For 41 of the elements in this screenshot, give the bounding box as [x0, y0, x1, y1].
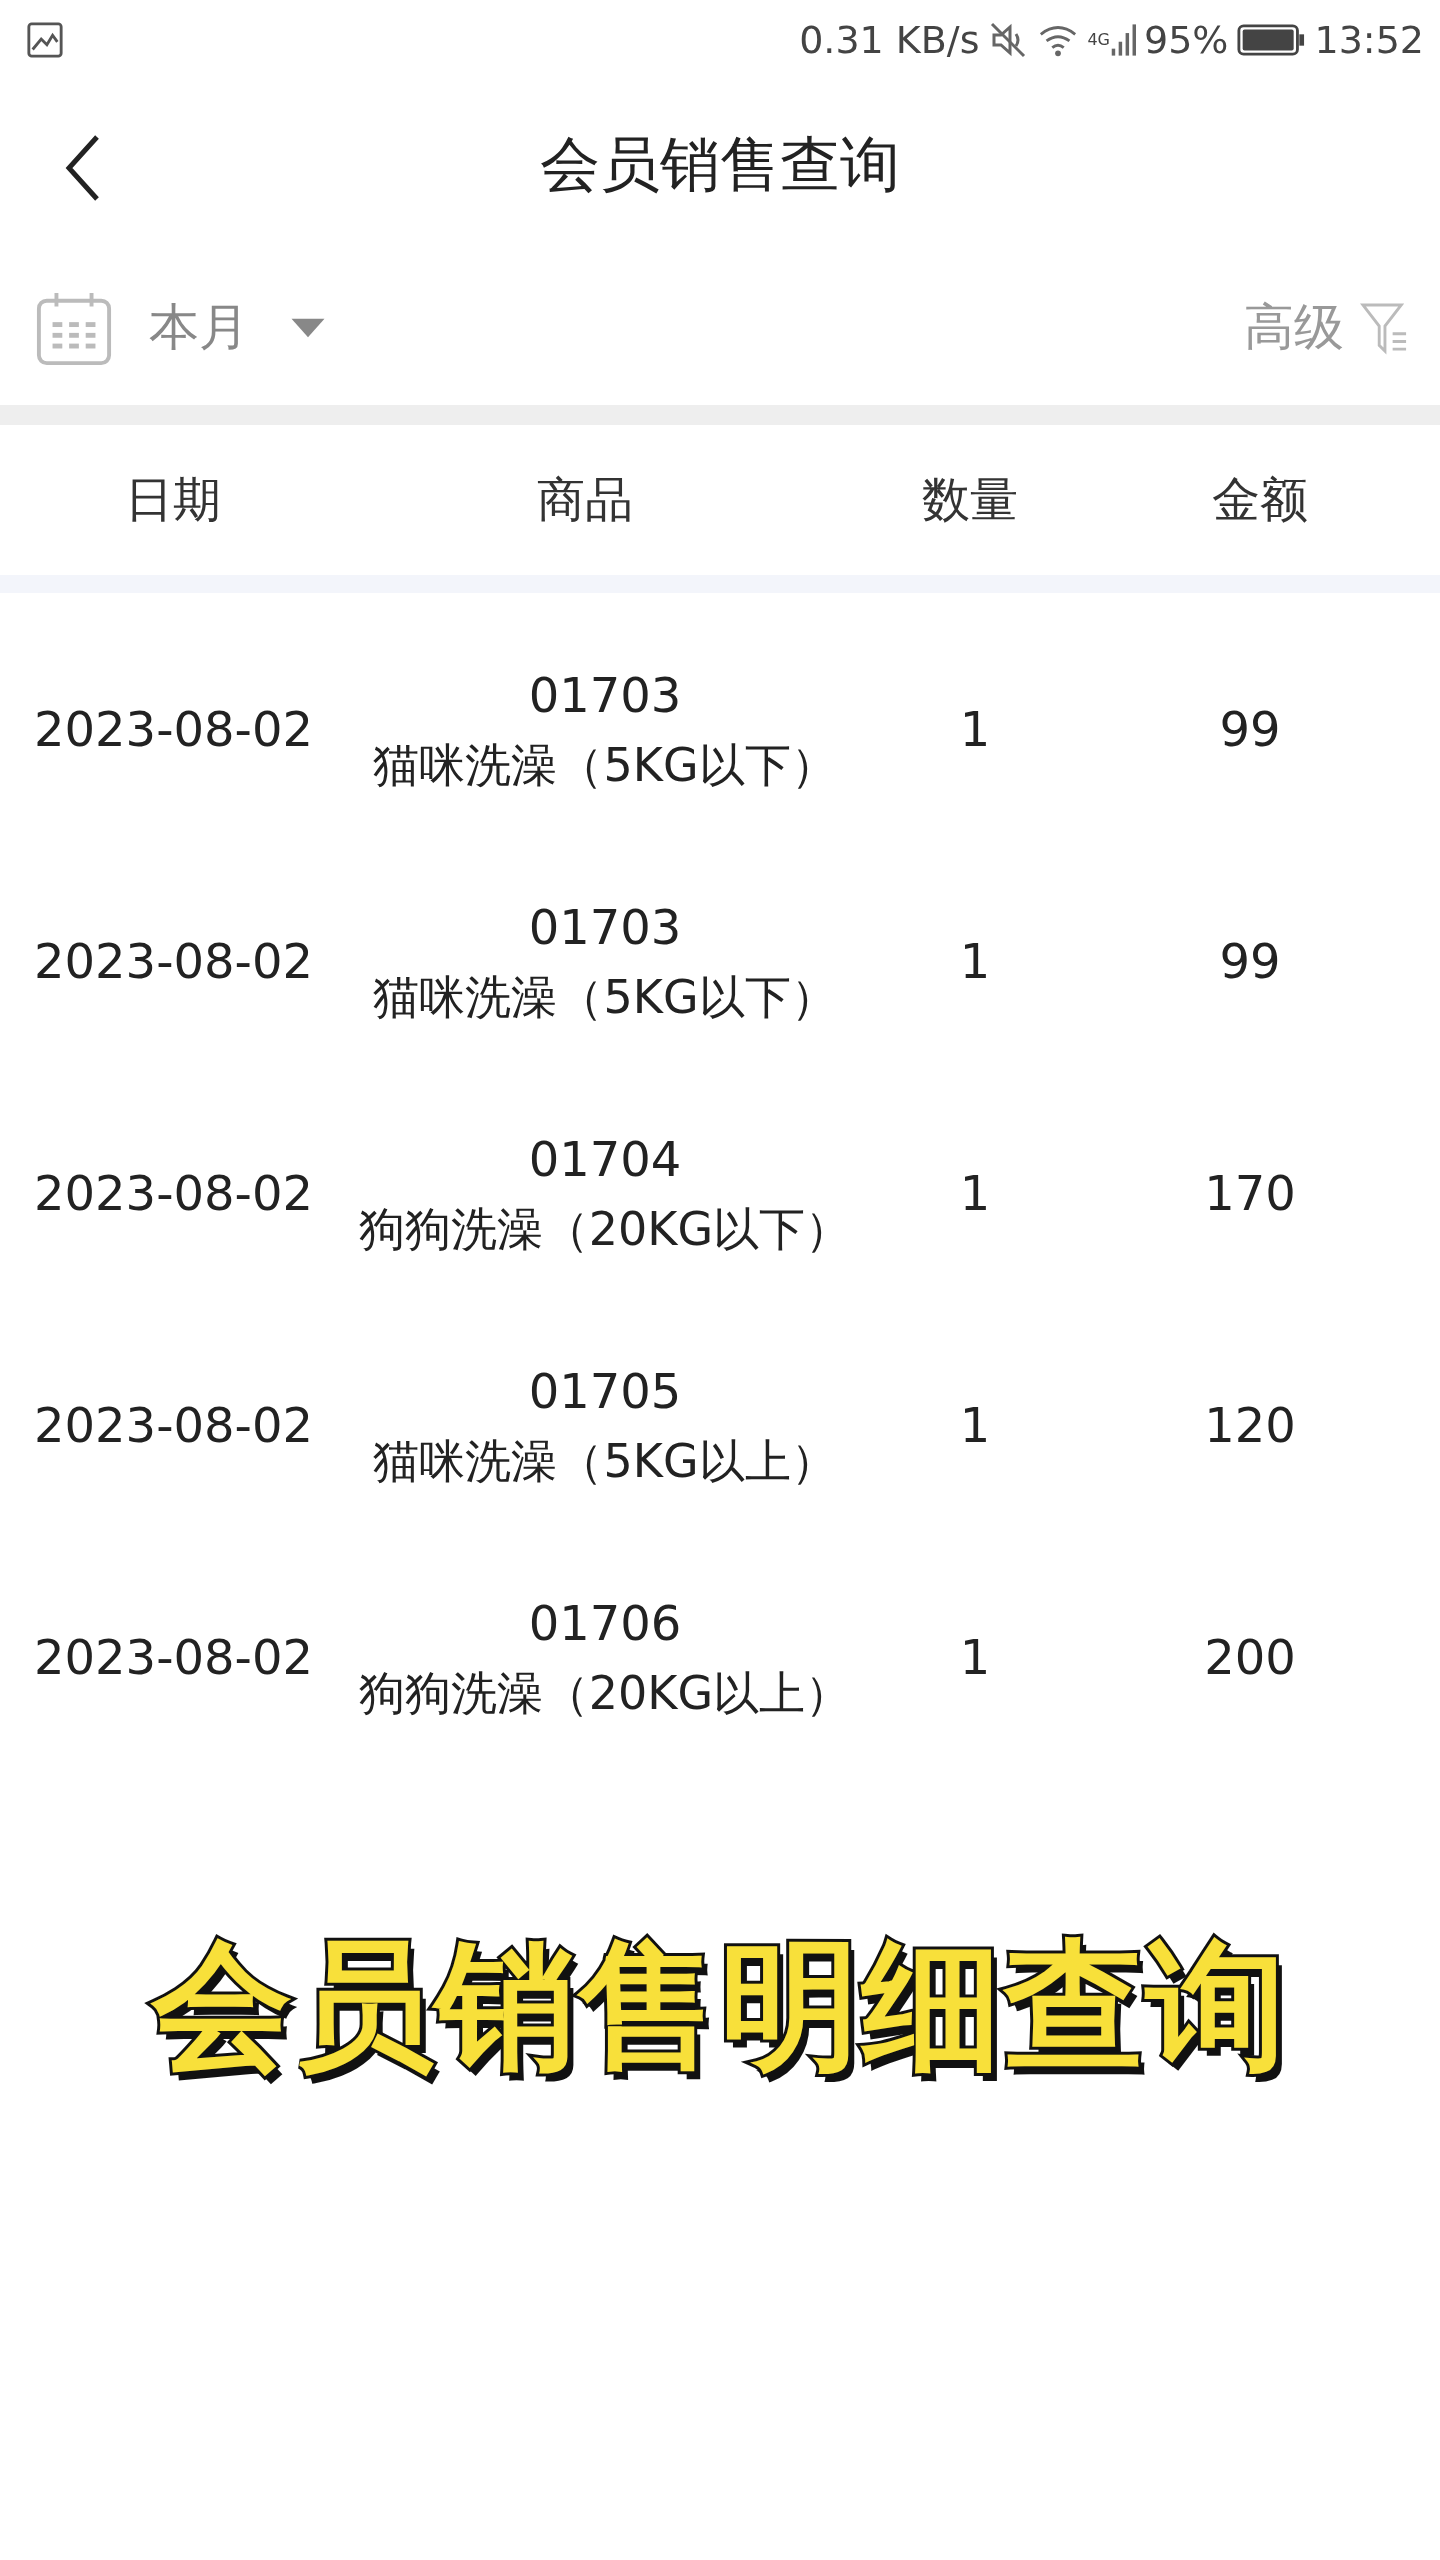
product-code: 01705 — [528, 1361, 682, 1421]
date-cell-text: 2023-08-02 — [33, 933, 314, 989]
column-header: 金额 — [1211, 470, 1309, 529]
amount-cell-text: 120 — [1203, 1397, 1297, 1453]
product-name: 狗狗洗澡（20KG以上） — [358, 1664, 852, 1722]
product-code: 01703 — [528, 665, 682, 725]
caret-icon — [289, 316, 327, 339]
battery-icon — [1236, 23, 1307, 57]
date-cell-text: 2023-08-02 — [33, 1629, 314, 1685]
page-title: 会员销售查询 — [540, 127, 900, 201]
quantity-cell-text: 1 — [958, 1629, 992, 1685]
product-code: 01706 — [528, 1593, 682, 1653]
amount-cell-text: 99 — [1218, 933, 1282, 989]
product-name: 狗狗洗澡（20KG以下） — [358, 1200, 852, 1258]
date-cell-text: 2023-08-02 — [33, 1165, 314, 1221]
quantity-cell-text: 1 — [958, 933, 992, 989]
date-cell-text: 2023-08-02 — [33, 1397, 314, 1453]
battery-percent: 95% — [1144, 18, 1229, 62]
advanced-filter-button[interactable]: 高级 — [1244, 294, 1408, 361]
product-code: 01704 — [528, 1129, 682, 1189]
amount-cell-text: 200 — [1203, 1629, 1297, 1685]
column-header: 商品 — [536, 470, 634, 529]
product-name: 猫咪洗澡（5KG以上） — [373, 1432, 837, 1490]
network-speed: 0.31 KB/s — [799, 18, 980, 62]
product-code: 01703 — [528, 897, 682, 957]
amount-cell-text: 170 — [1203, 1165, 1297, 1221]
gallery-icon — [26, 21, 64, 59]
date-cell-text: 2023-08-02 — [33, 701, 314, 757]
signal-icon — [1110, 22, 1136, 58]
caption: 会员销售明细查询 — [152, 1923, 1288, 2089]
network-type: 4G — [1087, 30, 1110, 49]
column-header: 日期 — [123, 470, 222, 529]
quantity-cell-text: 1 — [958, 1397, 992, 1453]
column-header: 数量 — [921, 470, 1019, 529]
product-name: 猫咪洗澡（5KG以下） — [373, 968, 837, 1026]
product-name: 猫咪洗澡（5KG以下） — [373, 736, 837, 794]
quantity-cell-text: 1 — [958, 701, 992, 757]
quantity-cell-text: 1 — [958, 1165, 992, 1221]
clock: 13:52 — [1314, 18, 1424, 62]
amount-cell-text: 99 — [1218, 701, 1282, 757]
period-dropdown[interactable]: 本月 — [149, 294, 327, 361]
